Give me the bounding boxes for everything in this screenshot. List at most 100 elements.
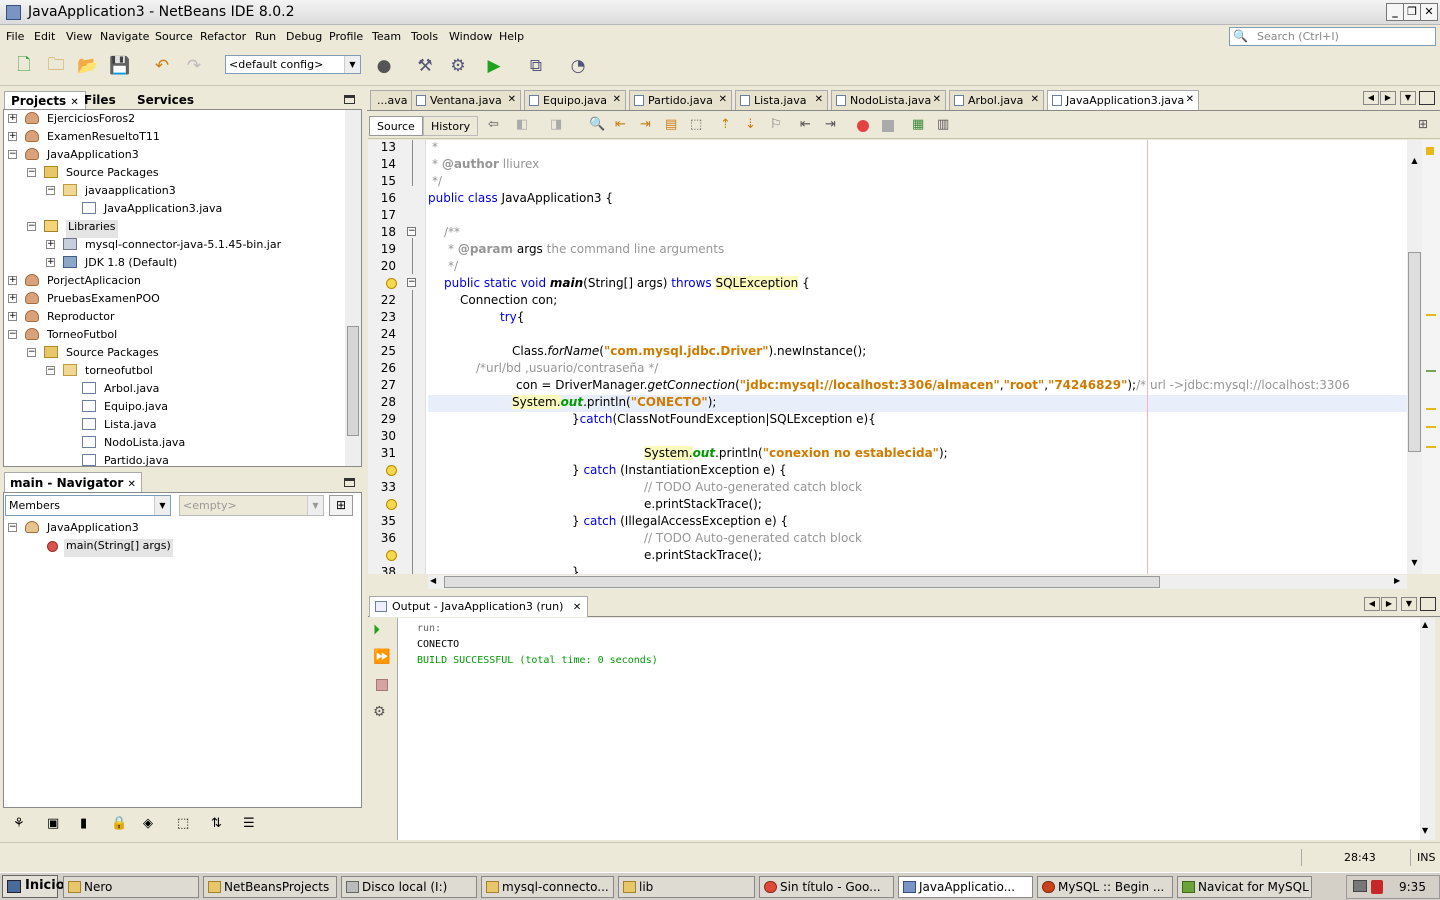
tree-item[interactable]: Equipo.java [104, 400, 168, 418]
show-opened-documents-icon[interactable]: ▼ [1401, 597, 1417, 611]
tab-scrolled-file[interactable]: ...ava [370, 90, 415, 110]
tree-item[interactable]: EjerciciosForos2 [47, 112, 135, 130]
collapse-icon[interactable]: − [8, 523, 17, 532]
tab-ventana[interactable]: Ventana.java ✕ [411, 90, 521, 110]
tree-item[interactable]: mysql-connector-java-5.1.45-bin.jar [85, 238, 281, 256]
expand-icon[interactable]: + [8, 276, 17, 285]
debug-icon[interactable]: ⧉ [524, 54, 548, 78]
close-button[interactable]: ✕ [1420, 3, 1438, 21]
tree-item[interactable]: torneofutbol [85, 364, 153, 382]
next-bookmark-icon[interactable]: ⇣ [745, 117, 756, 132]
expand-icon[interactable]: + [46, 240, 55, 249]
members-filter-select[interactable]: Members ▼ [5, 495, 171, 516]
expand-icon[interactable]: + [8, 294, 17, 303]
toggle-rect-select-icon[interactable]: ⬚ [690, 117, 702, 132]
settings-icon[interactable]: ⚙ [373, 704, 386, 720]
output-console[interactable]: run: CONECTO BUILD SUCCESSFUL (total tim… [398, 618, 1420, 840]
scroll-right-icon[interactable]: ▶ [1381, 597, 1397, 611]
rerun-with-params-icon[interactable]: ⏩ [373, 649, 390, 665]
scroll-right-icon[interactable]: ▶ [1380, 91, 1396, 105]
menu-debug[interactable]: Debug [286, 30, 322, 43]
stop-macro-icon[interactable] [882, 120, 894, 132]
tree-item[interactable]: Reproductor [47, 310, 114, 328]
build-hammer-icon[interactable]: ⚒ [413, 54, 437, 78]
maximize-window-icon[interactable] [1419, 91, 1435, 105]
minimize-panel-icon[interactable] [344, 95, 355, 104]
stop-icon[interactable] [376, 679, 388, 691]
tree-item[interactable]: TorneoFutbol [47, 328, 117, 346]
profile-icon[interactable]: ◔ [566, 54, 590, 78]
find-previous-icon[interactable]: ⇤ [615, 117, 626, 132]
redo-icon[interactable]: ↷ [182, 54, 206, 78]
collapse-icon[interactable]: − [46, 366, 55, 375]
open-project-icon[interactable]: 📂 [76, 54, 100, 78]
tree-item[interactable]: ExamenResueltoT11 [47, 130, 160, 148]
collapse-icon[interactable]: − [27, 348, 36, 357]
source-tab[interactable]: Source [369, 116, 423, 136]
prev-bookmark-icon[interactable]: ⇡ [720, 117, 731, 132]
globe-icon[interactable]: ● [372, 54, 396, 78]
menu-navigate[interactable]: Navigate [100, 30, 149, 43]
filter-private-icon[interactable]: 🔒 [111, 816, 127, 831]
expand-icon[interactable]: + [8, 114, 17, 123]
tree-item[interactable]: Libraries [66, 220, 118, 238]
config-select[interactable]: <default config> ▼ [225, 55, 361, 74]
tab-output[interactable]: Output - JavaApplication3 (run) ✕ [369, 596, 589, 617]
menu-tools[interactable]: Tools [411, 30, 438, 43]
tree-item[interactable]: JDK 1.8 (Default) [85, 256, 177, 274]
sort-name-icon[interactable]: ⇅ [211, 816, 222, 831]
new-project-icon[interactable]: 🗀 [44, 54, 68, 78]
taskbar-item[interactable]: Navicat for MySQL [1177, 876, 1312, 898]
sort-source-icon[interactable]: ☰ [243, 816, 255, 831]
back-icon[interactable]: ◧ [516, 117, 528, 132]
menu-help[interactable]: Help [499, 30, 524, 43]
menu-window[interactable]: Window [449, 30, 492, 43]
scroll-left-icon[interactable]: ◀ [1364, 597, 1380, 611]
menu-team[interactable]: Team [372, 30, 401, 43]
tab-projects[interactable]: Projects ✕ [4, 91, 86, 109]
taskbar-item[interactable]: NetBeansProjects [203, 876, 337, 898]
split-editor-icon[interactable]: ⊞ [1418, 117, 1428, 131]
hint-bulb-icon[interactable] [386, 499, 397, 510]
collapse-icon[interactable]: − [27, 168, 36, 177]
find-icon[interactable]: 🔍 [589, 117, 605, 132]
tab-services[interactable]: Services [131, 91, 200, 109]
navigator-method[interactable]: main(String[] args) [64, 539, 173, 557]
tree-item[interactable]: Source Packages [66, 346, 159, 364]
collapse-icon[interactable]: − [46, 186, 55, 195]
hint-bulb-icon[interactable] [386, 550, 397, 561]
menu-refactor[interactable]: Refactor [200, 30, 246, 43]
clean-build-icon[interactable]: ⚙ [446, 54, 470, 78]
menu-file[interactable]: File [6, 30, 24, 43]
maximize-window-icon[interactable] [1420, 597, 1436, 611]
tree-item[interactable]: JavaApplication3.java [104, 202, 222, 220]
output-scrollbar[interactable]: ▲ ▼ [1420, 618, 1435, 840]
tree-item[interactable]: JavaApplication3 [47, 148, 139, 166]
find-next-icon[interactable]: ⇥ [640, 117, 651, 132]
taskbar-item[interactable]: Nero [63, 876, 199, 898]
tab-nodolista[interactable]: NodoLista.java ✕ [831, 90, 946, 110]
menu-source[interactable]: Source [155, 30, 193, 43]
tab-files[interactable]: Files [78, 91, 122, 109]
taskbar-item[interactable]: mysql-connecto... [481, 876, 614, 898]
fold-icon[interactable]: − [407, 278, 416, 287]
tree-item[interactable]: Source Packages [66, 166, 159, 184]
expand-icon[interactable]: + [46, 258, 55, 267]
hint-bulb-icon[interactable] [386, 465, 397, 476]
maximize-button[interactable]: ❐ [1403, 3, 1421, 21]
collapse-icon[interactable]: − [27, 222, 36, 231]
show-opened-documents-icon[interactable]: ▼ [1400, 91, 1416, 105]
last-edit-icon[interactable]: ⇦ [488, 117, 499, 132]
minimize-panel-icon[interactable] [344, 478, 355, 487]
filter-static-icon[interactable]: ▮ [80, 816, 87, 831]
tab-lista[interactable]: Lista.java ✕ [735, 90, 828, 110]
taskbar-item[interactable]: lib [618, 876, 755, 898]
filter-inner-icon[interactable]: ◈ [143, 816, 153, 831]
editor-vertical-scrollbar[interactable]: ▲ ▼ [1407, 140, 1422, 574]
tab-partido[interactable]: Partido.java ✕ [629, 90, 732, 110]
taskbar-item[interactable]: Disco local (I:) [341, 876, 477, 898]
tree-item[interactable]: javaapplication3 [85, 184, 176, 202]
fold-icon[interactable]: − [407, 227, 416, 236]
hint-bulb-icon[interactable] [386, 278, 397, 289]
history-tab[interactable]: History [423, 116, 479, 136]
